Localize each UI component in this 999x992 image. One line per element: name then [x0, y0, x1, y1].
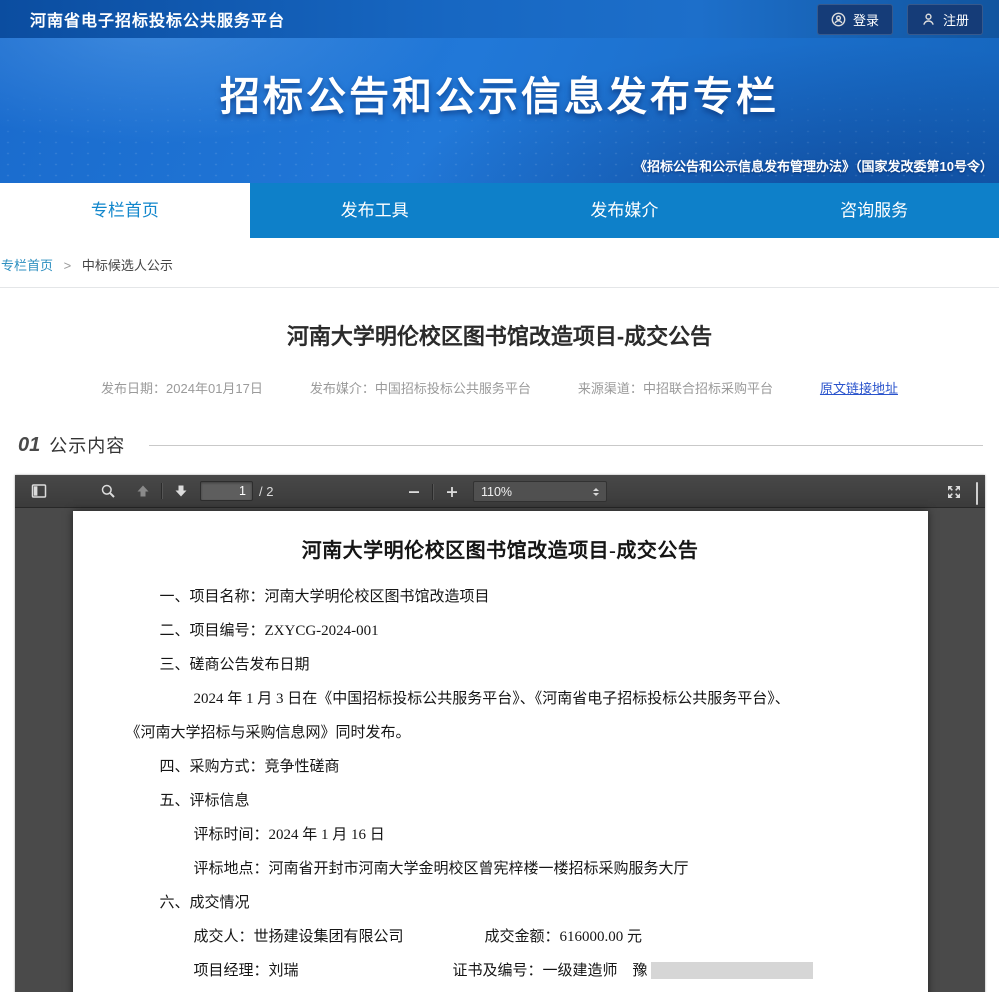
breadcrumb-current: 中标候选人公示 — [82, 258, 173, 273]
page-total: / 2 — [259, 484, 273, 499]
banner: 招标公告和公示信息发布专栏 《招标公告和公示信息发布管理办法》（国家发改委第10… — [0, 38, 999, 183]
zoom-in-icon — [444, 484, 460, 500]
section-number: 01 — [18, 434, 40, 457]
page-down-icon — [173, 483, 189, 499]
tab-consult-service[interactable]: 咨询服务 — [749, 183, 999, 238]
header-actions: 登录 注册 — [817, 4, 983, 35]
doc-line: 六、成交情况 — [73, 886, 928, 920]
doc-line: 五、评标信息 — [73, 784, 928, 818]
tab-publish-tools[interactable]: 发布工具 — [250, 183, 500, 238]
page-up-icon — [135, 483, 151, 499]
banner-subtitle: 《招标公告和公示信息发布管理办法》（国家发改委第10号令） — [634, 156, 993, 175]
search-icon — [100, 483, 116, 499]
user-icon — [921, 12, 936, 27]
doc-line: 项目经理：刘瑞 证书及编号：一级建造师 豫 — [73, 954, 928, 988]
register-button[interactable]: 注册 — [907, 4, 983, 35]
doc-line-col2: 成交金额：616000.00 元 — [485, 920, 643, 954]
doc-line: 成交人：世扬建设集团有限公司 成交金额：616000.00 元 — [73, 920, 928, 954]
meta-publish-date: 发布日期：2024年01月17日 — [101, 378, 263, 397]
page-number-input[interactable] — [200, 481, 253, 501]
doc-line: 工期：35 日历天 — [73, 988, 928, 992]
page-title: 河南大学明伦校区图书馆改造项目-成交公告 — [0, 319, 999, 351]
page-up-button[interactable] — [129, 479, 156, 504]
zoom-out-button[interactable] — [400, 479, 427, 504]
doc-line: 2024 年 1 月 3 日在《中国招标投标公共服务平台》、《河南省电子招标投标… — [73, 682, 928, 716]
meta-source-channel: 来源渠道：中招联合招标采购平台 — [578, 378, 773, 397]
pdf-toolbar: / 2 110% — [15, 475, 985, 508]
chevron-updown-icon — [593, 485, 599, 499]
top-header: 河南省电子招标投标公共服务平台 登录 注册 — [0, 0, 999, 38]
pdf-viewer: / 2 110% — [15, 475, 985, 992]
tab-column-home[interactable]: 专栏首页 — [0, 183, 250, 238]
pdf-page: 河南大学明伦校区图书馆改造项目-成交公告 一、项目名称：河南大学明伦校区图书馆改… — [73, 511, 928, 992]
section-divider — [149, 445, 983, 446]
zoom-out-icon — [406, 484, 422, 500]
zoom-in-button[interactable] — [438, 479, 465, 504]
breadcrumb: 专栏首页 > 中标候选人公示 — [0, 238, 999, 288]
fullscreen-button[interactable] — [940, 479, 967, 504]
meta-publish-media: 发布媒介：中国招标投标公共服务平台 — [310, 378, 531, 397]
doc-line: 评标时间：2024 年 1 月 16 日 — [73, 818, 928, 852]
banner-title: 招标公告和公示信息发布专栏 — [0, 38, 999, 122]
user-circle-icon — [831, 12, 846, 27]
pdf-scrollbar-thumb[interactable] — [976, 482, 978, 505]
doc-line: 二、项目编号：ZXYCG-2024-001 — [73, 614, 928, 648]
nav-tabs: 专栏首页 发布工具 发布媒介 咨询服务 — [0, 183, 999, 238]
breadcrumb-separator: > — [64, 258, 72, 273]
original-link[interactable]: 原文链接地址 — [820, 378, 898, 397]
login-label: 登录 — [853, 10, 879, 29]
find-button[interactable] — [94, 479, 121, 504]
register-label: 注册 — [943, 10, 969, 29]
fullscreen-icon — [946, 484, 962, 500]
document-title: 河南大学明伦校区图书馆改造项目-成交公告 — [73, 511, 928, 563]
section-title: 公示内容 — [49, 432, 125, 458]
document-body: 一、项目名称：河南大学明伦校区图书馆改造项目 二、项目编号：ZXYCG-2024… — [73, 580, 928, 992]
doc-line: 四、采购方式：竞争性磋商 — [73, 750, 928, 784]
article-meta: 发布日期：2024年01月17日 发布媒介：中国招标投标公共服务平台 来源渠道：… — [0, 378, 999, 397]
section-header: 01 公示内容 — [18, 432, 983, 458]
sidebar-toggle-icon — [31, 483, 47, 499]
doc-line: 评标地点：河南省开封市河南大学金明校区曾宪梓楼一楼招标采购服务大厅 — [73, 852, 928, 886]
breadcrumb-home[interactable]: 专栏首页 — [1, 258, 53, 273]
zoom-controls: 110% — [400, 475, 607, 508]
zoom-level-select[interactable]: 110% — [473, 481, 607, 502]
tab-publish-media[interactable]: 发布媒介 — [500, 183, 750, 238]
page-down-button[interactable] — [167, 479, 194, 504]
doc-line-col2: 证书及编号：一级建造师 豫 — [453, 954, 813, 988]
doc-line: 三、磋商公告发布日期 — [73, 648, 928, 682]
zoom-level-value: 110% — [481, 485, 512, 499]
doc-line: 一、项目名称：河南大学明伦校区图书馆改造项目 — [73, 580, 928, 614]
doc-line: 《河南大学招标与采购信息网》同时发布。 — [73, 716, 928, 750]
site-title: 河南省电子招标投标公共服务平台 — [30, 7, 285, 31]
sidebar-toggle-button[interactable] — [25, 479, 52, 504]
redaction-box — [651, 962, 813, 979]
login-button[interactable]: 登录 — [817, 4, 893, 35]
